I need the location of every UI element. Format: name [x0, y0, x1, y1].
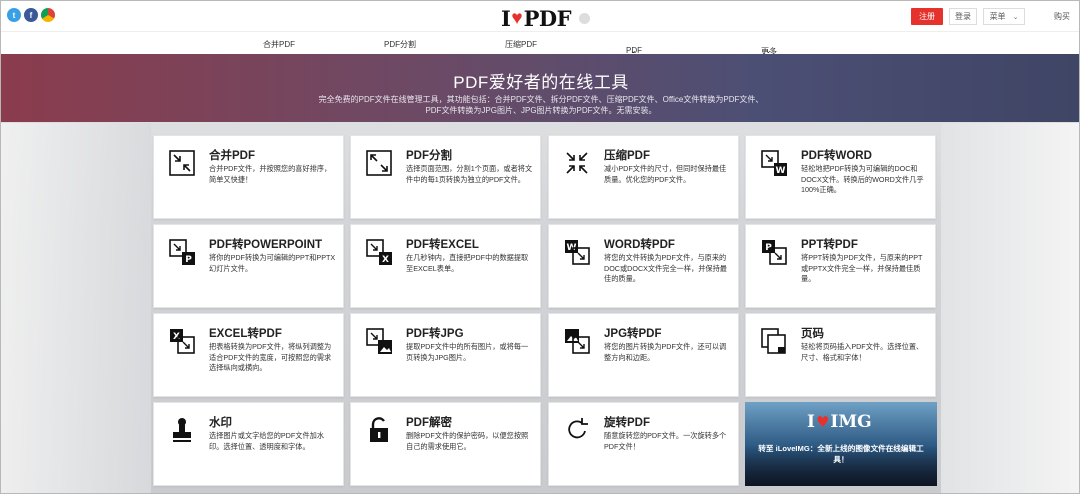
tool-card[interactable]: 页码轻松将页码插入PDF文件。选择位置、尺寸、格式和字体！: [745, 313, 936, 397]
iloveimg-promo[interactable]: I ♥ IMG 转至 iLoveIMG：全新上线的图像文件在线编辑工具！: [745, 402, 937, 486]
tool-card[interactable]: X EXCEL转PDF 把表格转换为PDF文件，将纵列调整为适合PDF文件的宽度，可…: [153, 313, 344, 397]
logo-text-left: I: [501, 6, 511, 31]
logo[interactable]: I ♥ PDF: [501, 6, 591, 31]
tool-title: 水印: [209, 417, 232, 429]
top-bar: t f I ♥ PDF 注册 登录 菜单 ⌄ 购买: [1, 1, 1079, 32]
tool-title: PDF转JPG: [406, 328, 464, 340]
tool-description: 在几秒钟内，直接把PDF中的数据提取至EXCEL表单。: [406, 253, 529, 273]
pdf-to-excel-icon: X: [365, 238, 393, 266]
promo-logo-left: I: [807, 412, 815, 432]
tool-card[interactable]: 旋转PDF 随意旋转您的PDF文件。一次旋转多个PDF文件！: [548, 402, 739, 486]
tool-title: PDF分割: [406, 150, 452, 162]
svg-text:P: P: [185, 255, 192, 265]
tool-description: 轻松地把PDF转换为可编辑的DOC和DOCX文件。转换后的WORD文件几乎100…: [801, 164, 924, 195]
tool-description: 提取PDF文件中的所有图片，或将每一页转换为JPG图片。: [406, 342, 529, 362]
hero-subtitle-line-2: PDF文件转换为JPG图片、JPG图片转换为PDF文件。无需安装。: [425, 106, 657, 115]
browser-frame: t f I ♥ PDF 注册 登录 菜单 ⌄ 购买 合并PDF PDF分割 压缩…: [0, 0, 1080, 494]
tool-title: EXCEL转PDF: [209, 328, 282, 340]
social-links: t f: [7, 8, 55, 22]
ppt-to-pdf-icon: P: [760, 238, 788, 266]
tool-card[interactable]: 水印选择图片或文字给您的PDF文件加水印。选择位置、透明度和字体。: [153, 402, 344, 486]
background-decoration-right: [941, 123, 1079, 493]
svg-text:W: W: [776, 166, 786, 176]
tool-description: 把表格转换为PDF文件，将纵列调整为适合PDF文件的宽度，可按照您的需求选择纵向…: [209, 342, 332, 373]
iloveimg-logo: I ♥ IMG: [807, 412, 872, 432]
unlock-icon: [365, 416, 393, 444]
split-icon: [365, 149, 393, 177]
tool-title: WORD转PDF: [604, 239, 675, 251]
tool-title: PDF解密: [406, 417, 452, 429]
page-numbers-icon: [760, 327, 788, 355]
pdf-to-jpg-icon: [365, 327, 393, 355]
buy-link[interactable]: 购买: [1054, 11, 1070, 22]
tool-card[interactable]: P PDF转POWERPOINT 将你的PDF转换为可编辑的PPT和PPTX幻灯片文…: [153, 224, 344, 308]
pdf-to-word-icon: W: [760, 149, 788, 177]
tool-title: 页码: [801, 328, 824, 340]
pdf-to-ppt-icon: P: [168, 238, 196, 266]
google-plus-icon[interactable]: [41, 8, 55, 22]
logo-badge-icon: [579, 13, 591, 24]
tool-description: 将您的文件转换为PDF文件，与原来的DOC或DOCX文件完全一样，并保持最佳的质…: [604, 253, 727, 284]
nav-split[interactable]: PDF分割: [384, 39, 416, 50]
tool-title: 压缩PDF: [604, 150, 650, 162]
tool-description: 将PPT转换为PDF文件，与原来的PPT或PPTX文件完全一样，并保持最佳质量。: [801, 253, 923, 284]
tool-description: 合并PDF文件，并按照您的喜好排序，简单又快捷！: [209, 164, 332, 184]
login-button[interactable]: 登录: [949, 8, 977, 25]
hero-title: PDF爱好者的在线工具: [453, 73, 629, 92]
tool-title: PDF转WORD: [801, 150, 872, 162]
tool-description: 删除PDF文件的保护密码，以便您按照自己的需求使用它。: [406, 431, 529, 451]
watermark-icon: [168, 416, 196, 444]
tool-card[interactable]: 压缩PDF 减小PDF文件的尺寸，但同时保持最佳质量。优化您的PDF文件。: [548, 135, 739, 219]
tool-title: 合并PDF: [209, 150, 255, 162]
nav-merge[interactable]: 合并PDF: [263, 39, 295, 50]
register-button[interactable]: 注册: [911, 8, 943, 25]
menu-button[interactable]: 菜单 ⌄: [983, 8, 1025, 25]
tool-description: 随意旋转您的PDF文件。一次旋转多个PDF文件！: [604, 431, 727, 451]
word-to-pdf-icon: W: [563, 238, 591, 266]
tool-title: PDF转POWERPOINT: [209, 239, 323, 251]
rotate-icon: [563, 416, 591, 444]
promo-logo-right: IMG: [830, 412, 872, 432]
tool-card[interactable]: X PDF转EXCEL 在几秒钟内，直接把PDF中的数据提取至EXCEL表单。: [350, 224, 541, 308]
promo-text: 转至 iLoveIMG：全新上线的图像文件在线编辑工具！: [758, 444, 924, 464]
menu-label: 菜单: [989, 12, 1006, 21]
tool-title: 旋转PDF: [604, 417, 650, 429]
heart-icon: ♥: [511, 7, 523, 29]
tool-card[interactable]: PDF分割选择页面范围，分割1个页面，或者将文件中的每1页转换为独立的PDF文件…: [350, 135, 541, 219]
tool-card[interactable]: W PDF转WORD 轻松地把PDF转换为可编辑的DOC和DOCX文件。转换后的WO…: [745, 135, 936, 219]
heart-icon: ♥: [815, 413, 830, 431]
merge-icon: [168, 149, 196, 177]
tool-card[interactable]: 合并PDF 合并PDF文件，并按照您的喜好排序，简单又快捷！: [153, 135, 344, 219]
tool-description: 轻松将页码插入PDF文件。选择位置、尺寸、格式和字体！: [801, 342, 924, 362]
twitter-icon[interactable]: t: [7, 8, 21, 22]
excel-to-pdf-icon: X: [168, 327, 196, 355]
tool-card[interactable]: JPG转PDF 将您的图片转换为PDF文件，还可以调整方向和边距。: [548, 313, 739, 397]
svg-text:X: X: [382, 255, 389, 265]
tool-card[interactable]: PDF解密删除PDF文件的保护密码，以便您按照自己的需求使用它。: [350, 402, 541, 486]
tool-description: 将你的PDF转换为可编辑的PPT和PPTX幻灯片文件。: [209, 253, 336, 273]
hero-subtitle-line-1: 完全免费的PDF文件在线管理工具，其功能包括：合并PDF文件、拆分PDF文件、压…: [318, 95, 764, 104]
tool-description: 减小PDF文件的尺寸，但同时保持最佳质量。优化您的PDF文件。: [604, 164, 727, 184]
tool-description: 选择图片或文字给您的PDF文件加水印。选择位置、透明度和字体。: [209, 431, 325, 451]
tool-card[interactable]: W WORD转PDF 将您的文件转换为PDF文件，与原来的DOC或DOCX文件完全一…: [548, 224, 739, 308]
tool-title: PPT转PDF: [801, 239, 858, 251]
hero-banner: PDF爱好者的在线工具 完全免费的PDF文件在线管理工具，其功能包括：合并PDF…: [1, 54, 1079, 122]
main-nav: 合并PDF PDF分割 压缩PDF PDF转换⌄ 更多PDF转换工具⌄: [1, 32, 1079, 87]
tool-description: 将您的图片转换为PDF文件，还可以调整方向和边距。: [604, 342, 727, 362]
jpg-to-pdf-icon: [563, 327, 591, 355]
compress-icon: [563, 149, 591, 177]
facebook-icon[interactable]: f: [24, 8, 38, 22]
background-decoration-left: [1, 123, 151, 493]
tool-card[interactable]: PDF转JPG 提取PDF文件中的所有图片，或将每一页转换为JPG图片。: [350, 313, 541, 397]
tool-title: JPG转PDF: [604, 328, 662, 340]
nav-compress[interactable]: 压缩PDF: [505, 39, 537, 50]
logo-text-right: PDF: [523, 6, 572, 31]
chevron-down-icon: ⌄: [1012, 13, 1019, 21]
tool-card[interactable]: P PPT转PDF 将PPT转换为PDF文件，与原来的PPT或PPTX文件完全一样，…: [745, 224, 936, 308]
tool-title: PDF转EXCEL: [406, 239, 479, 251]
tool-description: 选择页面范围，分割1个页面，或者将文件中的每1页转换为独立的PDF文件。: [406, 164, 533, 184]
